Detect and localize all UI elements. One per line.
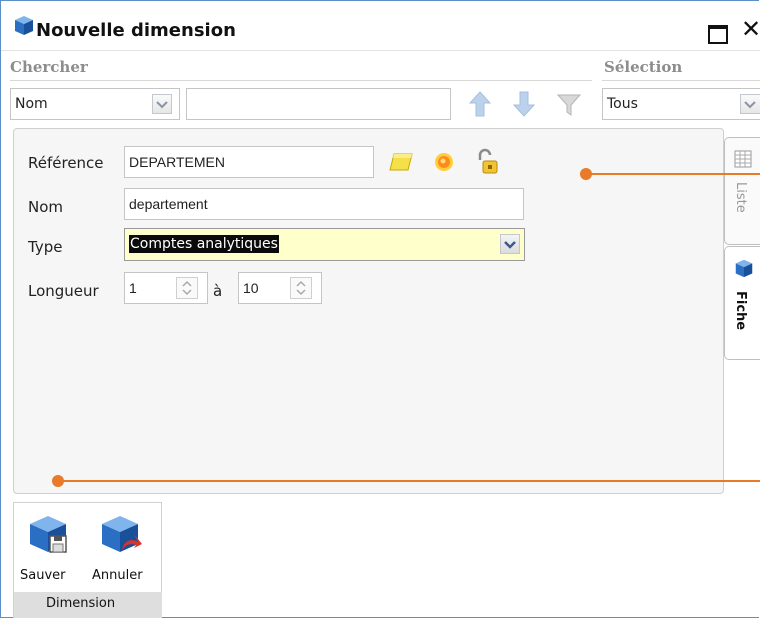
toolbar-group-footer: Dimension	[14, 592, 162, 618]
cube-icon	[12, 13, 36, 37]
selection-section-divider	[602, 80, 760, 81]
tab-liste-label: Liste	[733, 182, 748, 213]
longueur-from-stepper[interactable]	[176, 277, 198, 299]
type-chevron-down-icon[interactable]	[500, 234, 520, 254]
cancel-label: Annuler	[92, 568, 143, 583]
nom-label: Nom	[28, 198, 64, 216]
search-input[interactable]	[186, 88, 451, 120]
annotation-line-top	[590, 173, 760, 175]
maximize-icon[interactable]	[708, 25, 728, 44]
reference-input[interactable]	[124, 146, 374, 178]
type-select[interactable]: Comptes analytiques	[124, 228, 525, 261]
selection-select[interactable]: Tous	[602, 88, 760, 120]
sun-icon[interactable]	[432, 150, 456, 174]
search-field-select-value: Nom	[15, 96, 48, 112]
arrow-down-icon[interactable]	[512, 90, 536, 118]
longueur-separator: à	[213, 282, 223, 300]
save-button[interactable]: Sauver	[20, 510, 78, 590]
chevron-down-icon[interactable]	[152, 94, 172, 114]
selection-chevron-down-icon[interactable]	[740, 94, 760, 114]
reference-label: Référence	[28, 154, 104, 172]
save-cube-icon	[26, 512, 70, 556]
type-label: Type	[28, 238, 63, 256]
longueur-to-stepper[interactable]	[290, 277, 312, 299]
nom-input[interactable]	[124, 188, 524, 220]
tab-liste[interactable]: Liste	[724, 137, 760, 245]
cancel-button[interactable]: Annuler	[92, 510, 154, 590]
window-title: Nouvelle dimension	[36, 20, 236, 41]
tab-fiche[interactable]: Fiche	[724, 246, 760, 360]
form-panel	[13, 128, 724, 494]
cancel-cube-icon	[98, 512, 142, 556]
annotation-line-bottom	[62, 480, 760, 482]
longueur-label: Longueur	[28, 282, 99, 300]
lock-icon[interactable]	[474, 148, 500, 176]
selection-select-value: Tous	[607, 96, 638, 112]
grid-icon	[734, 150, 752, 168]
search-section-divider	[10, 80, 592, 81]
save-label: Sauver	[20, 568, 66, 583]
search-section-label: Chercher	[10, 58, 88, 76]
tab-fiche-label: Fiche	[733, 291, 748, 331]
toolbar-group-label: Dimension	[46, 596, 116, 611]
selection-section-label: Sélection	[604, 58, 683, 76]
type-select-value: Comptes analytiques	[129, 235, 279, 253]
arrow-up-icon[interactable]	[468, 90, 492, 118]
close-icon[interactable]: ✕	[741, 17, 760, 41]
note-icon[interactable]	[388, 150, 414, 174]
filter-icon[interactable]	[556, 92, 582, 118]
fiche-cube-icon	[733, 257, 755, 279]
title-divider	[1, 50, 760, 51]
